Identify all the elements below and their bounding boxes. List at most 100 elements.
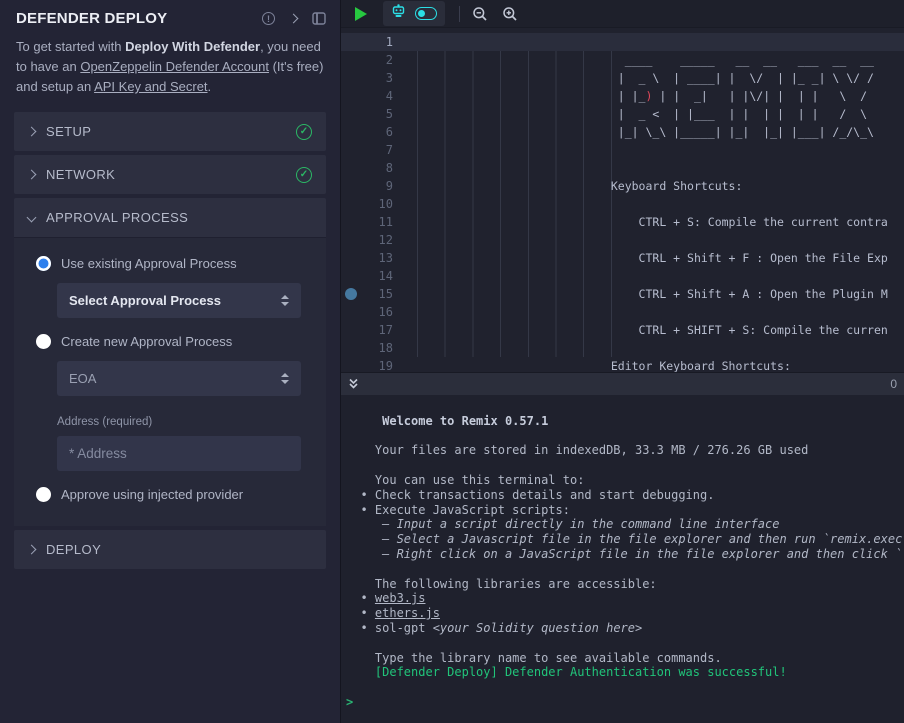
terminal-text: The following libraries are accessible: xyxy=(346,577,657,591)
approval-type-select[interactable]: EOA xyxy=(57,361,301,396)
editor-line-text[interactable]: |_| \_\ |_____| |_| |_| |___| /_/\_\ xyxy=(417,123,874,141)
terminal-text xyxy=(346,547,382,561)
line-number[interactable]: 3 xyxy=(341,69,393,87)
editor-line: 2 ____ _____ __ __ ___ __ __ xyxy=(341,51,904,69)
code-editor[interactable]: 12 ____ _____ __ __ ___ __ __3 | _ \ | _… xyxy=(341,28,904,372)
terminal-text: • Check transactions details and start d… xyxy=(346,488,714,502)
editor-line-text[interactable]: ____ _____ __ __ ___ __ __ xyxy=(417,51,874,69)
terminal-line: Welcome to Remix 0.57.1 xyxy=(346,414,904,429)
editor-line: 18 xyxy=(341,339,904,357)
run-script-icon[interactable] xyxy=(355,7,367,21)
editor-line: 11 CTRL + S: Compile the current contra xyxy=(341,213,904,231)
zoom-out-icon[interactable] xyxy=(472,6,488,22)
section-deploy-header[interactable]: DEPLOY xyxy=(14,530,326,569)
terminal-line: You can use this terminal to: xyxy=(346,473,904,488)
intro-bold: Deploy With Defender xyxy=(125,39,260,54)
line-number[interactable]: 18 xyxy=(341,339,393,357)
ai-controls xyxy=(383,1,445,26)
section-approval-process: APPROVAL PROCESS Use existing Approval P… xyxy=(14,198,326,526)
plugin-header: DEFENDER DEPLOY ! xyxy=(0,0,340,27)
address-input[interactable] xyxy=(57,436,301,471)
editor-area: 12 ____ _____ __ __ ___ __ __3 | _ \ | _… xyxy=(341,0,904,723)
line-number[interactable]: 1 xyxy=(341,33,393,51)
radio-create-new[interactable]: Create new Approval Process xyxy=(36,334,314,349)
intro-text: To get started with xyxy=(16,39,125,54)
select-value: Select Approval Process xyxy=(69,293,281,308)
section-approval-header[interactable]: APPROVAL PROCESS xyxy=(14,198,326,237)
radio-button-checked[interactable] xyxy=(36,256,51,271)
line-number[interactable]: 8 xyxy=(341,159,393,177)
line-number[interactable]: 5 xyxy=(341,105,393,123)
breakpoint-icon[interactable] xyxy=(345,288,357,300)
terminal-text: – Select a Javascript file in the file e… xyxy=(382,532,902,546)
section-deploy: DEPLOY xyxy=(14,530,326,569)
approval-process-select[interactable]: Select Approval Process xyxy=(57,283,301,318)
editor-line-text[interactable]: CTRL + Shift + A : Open the Plugin M xyxy=(417,285,888,303)
line-number[interactable]: 2 xyxy=(341,51,393,69)
editor-line: 14 xyxy=(341,267,904,285)
api-key-link[interactable]: API Key and Secret xyxy=(94,79,207,94)
ai-robot-icon[interactable] xyxy=(391,4,406,23)
terminal-output[interactable]: Welcome to Remix 0.57.1 Your files are s… xyxy=(341,395,904,723)
chevron-right-icon xyxy=(27,545,37,555)
radio-label: Approve using injected provider xyxy=(61,487,243,502)
radio-button-unchecked[interactable] xyxy=(36,487,51,502)
line-number[interactable]: 16 xyxy=(341,303,393,321)
select-arrows-icon xyxy=(281,295,289,306)
chevron-right-icon[interactable] xyxy=(289,14,299,24)
zoom-in-icon[interactable] xyxy=(502,6,518,22)
line-number[interactable]: 14 xyxy=(341,267,393,285)
editor-line-text[interactable]: | |_) | | _| | |\/| | | | \ / xyxy=(417,87,867,105)
terminal-text: – Right click on a JavaScript file in th… xyxy=(382,547,902,561)
terminal-link[interactable]: web3.js xyxy=(375,591,426,605)
plugin-intro-text: To get started with Deploy With Defender… xyxy=(0,27,340,97)
editor-line-text[interactable]: CTRL + S: Compile the current contra xyxy=(417,213,888,231)
defender-account-link[interactable]: OpenZeppelin Defender Account xyxy=(80,59,269,74)
line-number[interactable]: 10 xyxy=(341,195,393,213)
editor-line: 13 CTRL + Shift + F : Open the File Exp xyxy=(341,249,904,267)
editor-line: 19 Editor Keyboard Shortcuts: xyxy=(341,357,904,372)
editor-line-text[interactable]: CTRL + SHIFT + S: Compile the curren xyxy=(417,321,888,339)
split-panel-icon[interactable] xyxy=(312,12,326,25)
line-number[interactable]: 4 xyxy=(341,87,393,105)
editor-line-text[interactable]: Keyboard Shortcuts: xyxy=(417,177,742,195)
terminal-line: The following libraries are accessible: xyxy=(346,577,904,592)
editor-line-text[interactable]: | _ \ | ____| | \/ | |_ _| \ \/ / xyxy=(417,69,874,87)
line-number[interactable]: 7 xyxy=(341,141,393,159)
collapse-terminal-icon[interactable] xyxy=(348,378,359,390)
section-label: APPROVAL PROCESS xyxy=(46,210,188,225)
terminal-line: • Execute JavaScript scripts: xyxy=(346,503,904,518)
terminal-text: • sol-gpt xyxy=(346,621,433,635)
defender-deploy-panel: DEFENDER DEPLOY ! To get started with De… xyxy=(0,0,341,723)
editor-line-text[interactable]: | _ < | |___ | | | | | | / \ xyxy=(417,105,867,123)
terminal-text: Welcome to Remix 0.57.1 xyxy=(382,414,548,428)
editor-line: 6 |_| \_\ |_____| |_| |_| |___| /_/\_\ xyxy=(341,123,904,141)
radio-use-existing[interactable]: Use existing Approval Process xyxy=(36,256,314,271)
editor-line-text[interactable]: Editor Keyboard Shortcuts: xyxy=(417,357,791,372)
line-number[interactable]: 11 xyxy=(341,213,393,231)
editor-line-text[interactable]: CTRL + Shift + F : Open the File Exp xyxy=(417,249,888,267)
section-setup-header[interactable]: SETUP ✓ xyxy=(14,112,326,151)
terminal-text xyxy=(346,414,382,428)
chevron-down-icon xyxy=(27,213,37,223)
terminal-link[interactable]: ethers.js xyxy=(375,606,440,620)
ai-toggle[interactable] xyxy=(415,7,437,20)
line-number[interactable]: 17 xyxy=(341,321,393,339)
radio-injected-provider[interactable]: Approve using injected provider xyxy=(36,487,314,502)
line-number[interactable]: 12 xyxy=(341,231,393,249)
line-number[interactable]: 19 xyxy=(341,357,393,372)
radio-button-unchecked[interactable] xyxy=(36,334,51,349)
terminal-line: [Defender Deploy] Defender Authenticatio… xyxy=(346,665,904,680)
line-number[interactable]: 6 xyxy=(341,123,393,141)
terminal-header: 0 xyxy=(341,372,904,395)
section-setup: SETUP ✓ xyxy=(14,112,326,151)
radio-label: Create new Approval Process xyxy=(61,334,232,349)
editor-lines: 12 ____ _____ __ __ ___ __ __3 | _ \ | _… xyxy=(341,33,904,372)
section-label: NETWORK xyxy=(46,167,115,182)
check-circle-icon: ✓ xyxy=(296,124,312,140)
line-number[interactable]: 9 xyxy=(341,177,393,195)
info-icon[interactable]: ! xyxy=(262,12,275,25)
section-label: SETUP xyxy=(46,124,91,139)
line-number[interactable]: 13 xyxy=(341,249,393,267)
section-network-header[interactable]: NETWORK ✓ xyxy=(14,155,326,194)
